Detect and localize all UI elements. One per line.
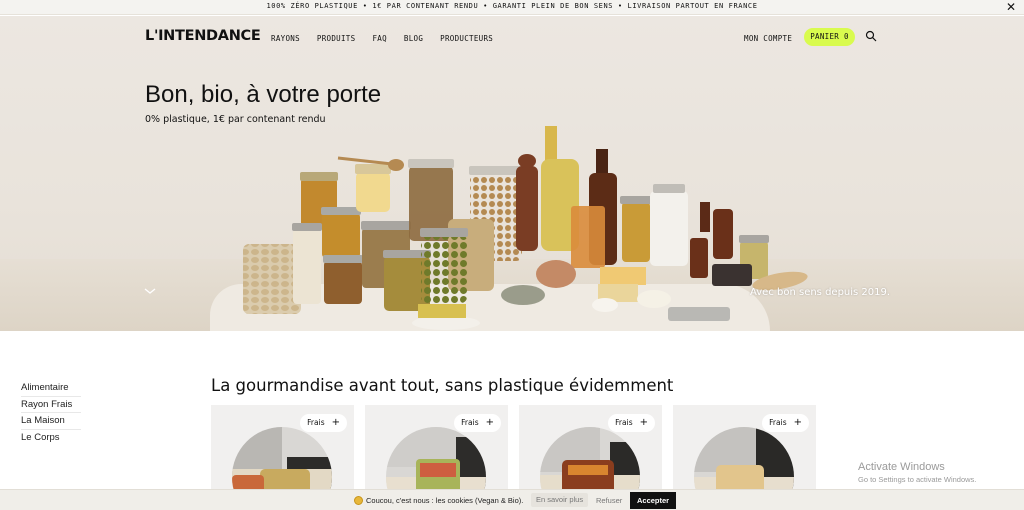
cookie-banner: Coucou, c'est nous : les cookies (Vegan … xyxy=(0,489,1024,510)
product-badge[interactable]: Frais + xyxy=(608,414,655,432)
cookie-accept-button[interactable]: Accepter xyxy=(630,492,677,509)
honey-jar xyxy=(337,156,404,212)
product-badge[interactable]: Frais + xyxy=(300,414,347,432)
sidebar-item-alimentaire[interactable]: Alimentaire xyxy=(21,380,81,397)
search-icon[interactable] xyxy=(865,30,877,42)
windows-activation-watermark: Activate Windows Go to Settings to activ… xyxy=(858,461,976,484)
hero-banner: L'INTENDANCE RAYONS PRODUITS FAQ BLOG PR… xyxy=(0,16,1024,331)
announcement-bar: 100% ZÉRO PLASTIQUE • 1€ PAR CONTENANT R… xyxy=(0,0,1024,15)
chevron-down-icon[interactable] xyxy=(143,286,157,296)
badge-label: Frais xyxy=(307,418,325,427)
badge-label: Frais xyxy=(769,418,787,427)
hero-subtitle: 0% plastique, 1€ par contenant rendu xyxy=(145,114,326,125)
cart-button[interactable]: PANIER 0 xyxy=(804,28,855,46)
plus-icon[interactable]: + xyxy=(332,414,340,432)
close-icon[interactable]: ✕ xyxy=(1006,0,1016,14)
nav-rayons[interactable]: RAYONS xyxy=(271,34,300,43)
cookie-icon xyxy=(354,496,363,505)
cookie-refuse-button[interactable]: Refuser xyxy=(596,496,622,505)
watermark-title: Activate Windows xyxy=(858,461,945,473)
badge-label: Frais xyxy=(461,418,479,427)
product-badge[interactable]: Frais + xyxy=(454,414,501,432)
category-sidebar: Alimentaire Rayon Frais La Maison Le Cor… xyxy=(21,380,81,446)
announcement-text: 100% ZÉRO PLASTIQUE • 1€ PAR CONTENANT R… xyxy=(266,2,758,10)
account-link[interactable]: MON COMPTE xyxy=(744,34,792,43)
section-title: La gourmandise avant tout, sans plastiqu… xyxy=(211,376,674,395)
product-badge[interactable]: Frais + xyxy=(762,414,809,432)
site-logo[interactable]: L'INTENDANCE xyxy=(145,28,261,44)
badge-label: Frais xyxy=(615,418,633,427)
cookie-more-button[interactable]: En savoir plus xyxy=(531,493,589,507)
nav-blog[interactable]: BLOG xyxy=(404,34,423,43)
plus-icon[interactable]: + xyxy=(640,414,648,432)
olive-jar xyxy=(420,228,468,303)
plus-icon[interactable]: + xyxy=(486,414,494,432)
hero-title: Bon, bio, à votre porte xyxy=(145,81,382,108)
pistachio-jar xyxy=(243,244,301,314)
sidebar-item-rayon-frais[interactable]: Rayon Frais xyxy=(21,397,81,413)
sidebar-item-la-maison[interactable]: La Maison xyxy=(21,413,81,430)
main-nav: RAYONS PRODUITS FAQ BLOG PRODUCTEURS xyxy=(271,34,493,43)
nav-faq[interactable]: FAQ xyxy=(372,34,386,43)
hero-caption: Avec bon sens depuis 2019. xyxy=(750,287,891,298)
spice-jars xyxy=(292,172,363,304)
plus-icon[interactable]: + xyxy=(794,414,802,432)
nav-produits[interactable]: PRODUITS xyxy=(317,34,356,43)
hero-product-image xyxy=(243,126,808,330)
watermark-subtitle: Go to Settings to activate Windows. xyxy=(858,475,977,484)
nav-producteurs[interactable]: PRODUCTEURS xyxy=(440,34,493,43)
bottles xyxy=(541,126,769,286)
cookie-message: Coucou, c'est nous : les cookies (Vegan … xyxy=(366,496,524,505)
pepper-mill xyxy=(516,154,538,251)
sidebar-item-le-corps[interactable]: Le Corps xyxy=(21,430,81,447)
